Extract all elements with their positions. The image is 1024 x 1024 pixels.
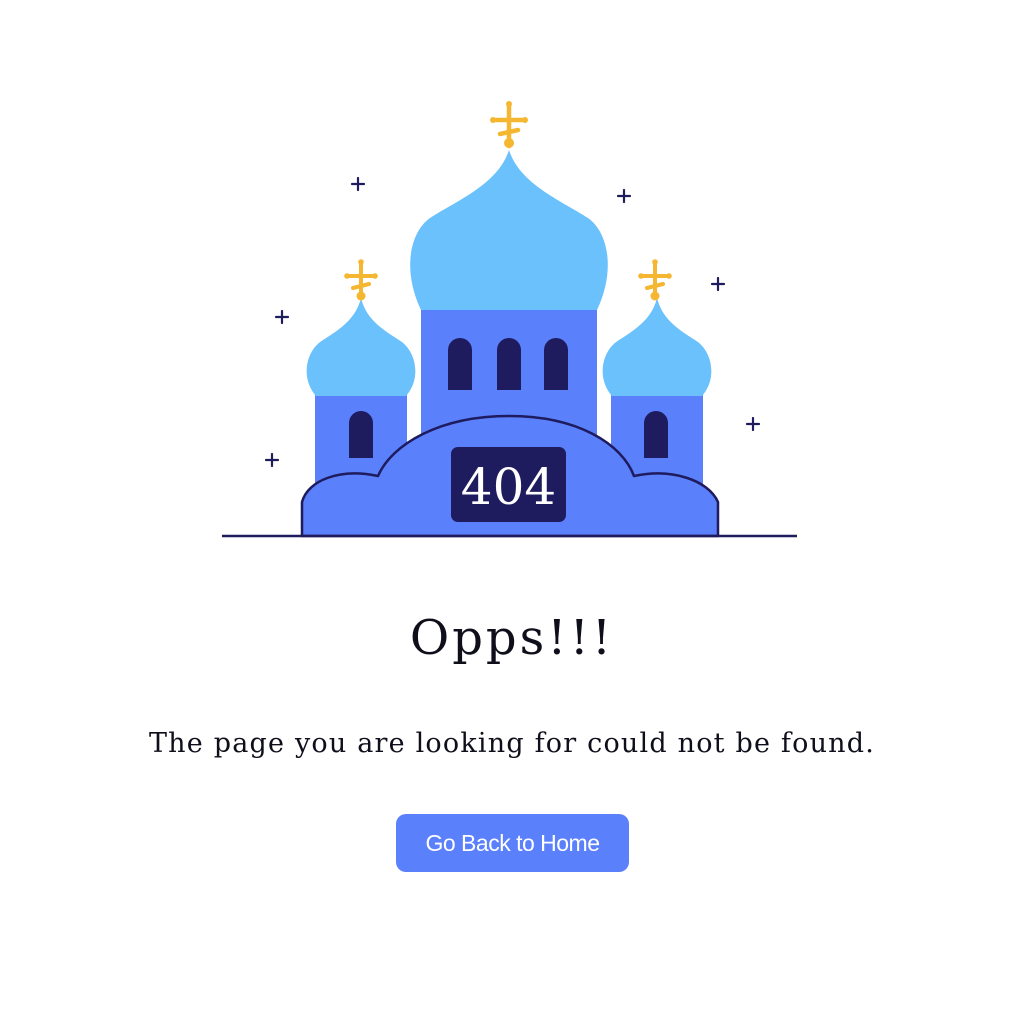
error-code-text: 404 [461,458,556,516]
star-icon [616,188,632,204]
star-icon [350,176,366,192]
window [448,338,472,390]
window [497,338,521,390]
left-cross-icon [344,259,378,301]
error-message: The page you are looking for could not b… [148,728,876,759]
not-found-page: 404 Opps!!! The page you are looking for… [0,0,1024,1024]
window [544,338,568,390]
star-icon [710,276,726,292]
right-cross-icon [638,259,672,301]
center-cross-icon [490,101,528,149]
church-404-illustration: 404 [222,101,797,538]
star-icon [745,416,761,432]
star-icon [264,452,280,468]
left-dome [306,298,416,396]
star-icon [274,309,290,325]
window [349,411,373,458]
center-dome [410,150,608,310]
window [644,411,668,458]
error-title: Opps!!! [409,610,615,666]
right-dome [602,298,712,396]
go-home-button[interactable]: Go Back to Home [396,814,629,872]
